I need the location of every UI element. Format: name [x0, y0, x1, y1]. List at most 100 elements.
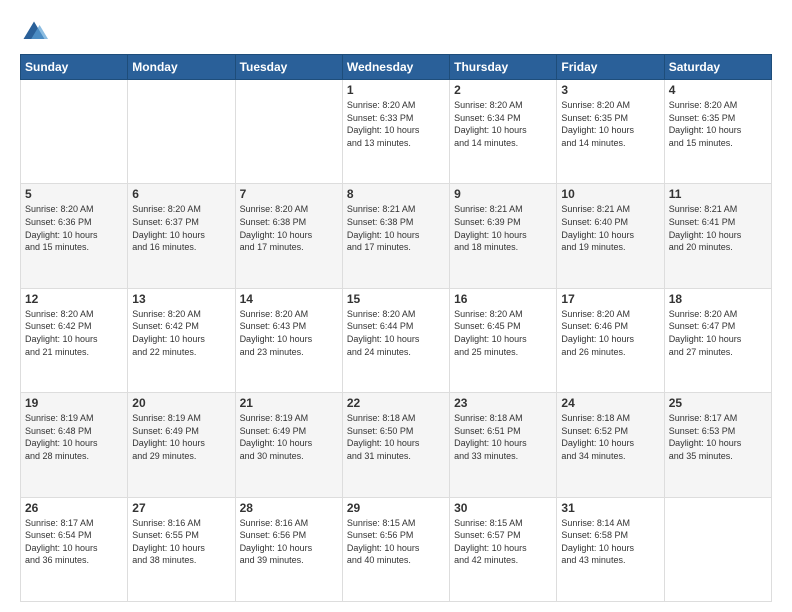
day-number: 24 — [561, 396, 659, 410]
logo-icon — [20, 18, 48, 46]
day-number: 21 — [240, 396, 338, 410]
day-number: 1 — [347, 83, 445, 97]
calendar-cell: 4Sunrise: 8:20 AM Sunset: 6:35 PM Daylig… — [664, 80, 771, 184]
calendar-cell: 15 Sunrise: 8:20 AM Sunset: 6:44 PM Dayli… — [342, 288, 449, 392]
day-number: 16 — [454, 292, 552, 306]
calendar-cell: 17 Sunrise: 8:20 AM Sunset: 6:46 PM Dayli… — [557, 288, 664, 392]
day-info: Sunrise: 8:20 AM Sunset: 6:36 PM Dayligh… — [25, 203, 123, 253]
weekday-header-monday: Monday — [128, 55, 235, 80]
calendar-week-row-1: 1 Sunrise: 8:20 AM Sunset: 6:33 PM Daylig… — [21, 80, 772, 184]
day-info: Sunrise: 8:20 AM Sunset: 6:43 PM Dayligh… — [240, 308, 338, 358]
header — [20, 18, 772, 46]
day-info: Sunrise: 8:20 AM Sunset: 6:44 PM Dayligh… — [347, 308, 445, 358]
calendar-table: SundayMondayTuesdayWednesdayThursdayFrid… — [20, 54, 772, 602]
day-info: Sunrise: 8:18 AM Sunset: 6:50 PM Dayligh… — [347, 412, 445, 462]
calendar-cell: 12Sunrise: 8:20 AM Sunset: 6:42 PM Dayli… — [21, 288, 128, 392]
day-info: Sunrise: 8:14 AM Sunset: 6:58 PM Dayligh… — [561, 517, 659, 567]
day-number: 25 — [669, 396, 767, 410]
day-number: 29 — [347, 501, 445, 515]
calendar-cell: 25Sunrise: 8:17 AM Sunset: 6:53 PM Dayli… — [664, 393, 771, 497]
day-number: 17 — [561, 292, 659, 306]
day-number: 8 — [347, 187, 445, 201]
day-info: Sunrise: 8:21 AM Sunset: 6:39 PM Dayligh… — [454, 203, 552, 253]
day-number: 2 — [454, 83, 552, 97]
calendar-cell: 28 Sunrise: 8:16 AM Sunset: 6:56 PM Dayli… — [235, 497, 342, 601]
calendar-cell: 8 Sunrise: 8:21 AM Sunset: 6:38 PM Daylig… — [342, 184, 449, 288]
calendar-week-row-2: 5 Sunrise: 8:20 AM Sunset: 6:36 PM Daylig… — [21, 184, 772, 288]
day-info: Sunrise: 8:21 AM Sunset: 6:38 PM Dayligh… — [347, 203, 445, 253]
day-info: Sunrise: 8:16 AM Sunset: 6:55 PM Dayligh… — [132, 517, 230, 567]
weekday-header-thursday: Thursday — [450, 55, 557, 80]
calendar-week-row-4: 19 Sunrise: 8:19 AM Sunset: 6:48 PM Dayli… — [21, 393, 772, 497]
weekday-header-row: SundayMondayTuesdayWednesdayThursdayFrid… — [21, 55, 772, 80]
weekday-header-tuesday: Tuesday — [235, 55, 342, 80]
day-number: 13 — [132, 292, 230, 306]
day-number: 20 — [132, 396, 230, 410]
calendar-week-row-5: 26 Sunrise: 8:17 AM Sunset: 6:54 PM Dayli… — [21, 497, 772, 601]
day-number: 12 — [25, 292, 123, 306]
calendar-cell: 9 Sunrise: 8:21 AM Sunset: 6:39 PM Daylig… — [450, 184, 557, 288]
day-info: Sunrise: 8:20 AM Sunset: 6:33 PM Dayligh… — [347, 99, 445, 149]
day-info: Sunrise: 8:21 AM Sunset: 6:40 PM Dayligh… — [561, 203, 659, 253]
day-number: 31 — [561, 501, 659, 515]
day-info: Sunrise: 8:16 AM Sunset: 6:56 PM Dayligh… — [240, 517, 338, 567]
calendar-cell — [21, 80, 128, 184]
day-info: Sunrise: 8:20 AM Sunset: 6:35 PM Dayligh… — [561, 99, 659, 149]
calendar-cell: 11 Sunrise: 8:21 AM Sunset: 6:41 PM Dayli… — [664, 184, 771, 288]
day-number: 3 — [561, 83, 659, 97]
calendar-cell: 20 Sunrise: 8:19 AM Sunset: 6:49 PM Dayli… — [128, 393, 235, 497]
calendar-cell: 22 Sunrise: 8:18 AM Sunset: 6:50 PM Dayli… — [342, 393, 449, 497]
weekday-header-friday: Friday — [557, 55, 664, 80]
calendar-cell: 24 Sunrise: 8:18 AM Sunset: 6:52 PM Dayli… — [557, 393, 664, 497]
page: SundayMondayTuesdayWednesdayThursdayFrid… — [0, 0, 792, 612]
calendar-cell — [128, 80, 235, 184]
day-number: 28 — [240, 501, 338, 515]
day-number: 22 — [347, 396, 445, 410]
calendar-cell: 30 Sunrise: 8:15 AM Sunset: 6:57 PM Dayli… — [450, 497, 557, 601]
calendar-cell: 27 Sunrise: 8:16 AM Sunset: 6:55 PM Dayli… — [128, 497, 235, 601]
day-number: 23 — [454, 396, 552, 410]
calendar-cell: 26 Sunrise: 8:17 AM Sunset: 6:54 PM Dayli… — [21, 497, 128, 601]
day-info: Sunrise: 8:21 AM Sunset: 6:41 PM Dayligh… — [669, 203, 767, 253]
weekday-header-saturday: Saturday — [664, 55, 771, 80]
calendar-cell — [235, 80, 342, 184]
day-number: 11 — [669, 187, 767, 201]
day-number: 30 — [454, 501, 552, 515]
day-number: 14 — [240, 292, 338, 306]
day-number: 15 — [347, 292, 445, 306]
day-number: 27 — [132, 501, 230, 515]
calendar-cell: 10 Sunrise: 8:21 AM Sunset: 6:40 PM Dayli… — [557, 184, 664, 288]
calendar-cell: 3 Sunrise: 8:20 AM Sunset: 6:35 PM Daylig… — [557, 80, 664, 184]
day-number: 9 — [454, 187, 552, 201]
calendar-cell: 31 Sunrise: 8:14 AM Sunset: 6:58 PM Dayli… — [557, 497, 664, 601]
day-info: Sunrise: 8:15 AM Sunset: 6:57 PM Dayligh… — [454, 517, 552, 567]
calendar-cell: 5 Sunrise: 8:20 AM Sunset: 6:36 PM Daylig… — [21, 184, 128, 288]
day-info: Sunrise: 8:18 AM Sunset: 6:51 PM Dayligh… — [454, 412, 552, 462]
calendar-cell: 14 Sunrise: 8:20 AM Sunset: 6:43 PM Dayli… — [235, 288, 342, 392]
calendar-cell: 6Sunrise: 8:20 AM Sunset: 6:37 PM Daylig… — [128, 184, 235, 288]
day-info: Sunrise: 8:20 AM Sunset: 6:46 PM Dayligh… — [561, 308, 659, 358]
logo — [20, 18, 52, 46]
day-number: 10 — [561, 187, 659, 201]
calendar-cell: 21Sunrise: 8:19 AM Sunset: 6:49 PM Dayli… — [235, 393, 342, 497]
day-number: 5 — [25, 187, 123, 201]
weekday-header-wednesday: Wednesday — [342, 55, 449, 80]
calendar-cell: 19 Sunrise: 8:19 AM Sunset: 6:48 PM Dayli… — [21, 393, 128, 497]
day-info: Sunrise: 8:20 AM Sunset: 6:47 PM Dayligh… — [669, 308, 767, 358]
calendar-cell — [664, 497, 771, 601]
day-number: 18 — [669, 292, 767, 306]
day-info: Sunrise: 8:20 AM Sunset: 6:35 PM Dayligh… — [669, 99, 767, 149]
day-number: 19 — [25, 396, 123, 410]
day-info: Sunrise: 8:17 AM Sunset: 6:54 PM Dayligh… — [25, 517, 123, 567]
day-info: Sunrise: 8:19 AM Sunset: 6:48 PM Dayligh… — [25, 412, 123, 462]
weekday-header-sunday: Sunday — [21, 55, 128, 80]
day-info: Sunrise: 8:18 AM Sunset: 6:52 PM Dayligh… — [561, 412, 659, 462]
day-info: Sunrise: 8:19 AM Sunset: 6:49 PM Dayligh… — [132, 412, 230, 462]
calendar-cell: 18 Sunrise: 8:20 AM Sunset: 6:47 PM Dayli… — [664, 288, 771, 392]
day-number: 26 — [25, 501, 123, 515]
day-info: Sunrise: 8:20 AM Sunset: 6:37 PM Dayligh… — [132, 203, 230, 253]
day-info: Sunrise: 8:20 AM Sunset: 6:34 PM Dayligh… — [454, 99, 552, 149]
day-info: Sunrise: 8:20 AM Sunset: 6:42 PM Dayligh… — [132, 308, 230, 358]
calendar-cell: 16Sunrise: 8:20 AM Sunset: 6:45 PM Dayli… — [450, 288, 557, 392]
calendar-cell: 7Sunrise: 8:20 AM Sunset: 6:38 PM Daylig… — [235, 184, 342, 288]
